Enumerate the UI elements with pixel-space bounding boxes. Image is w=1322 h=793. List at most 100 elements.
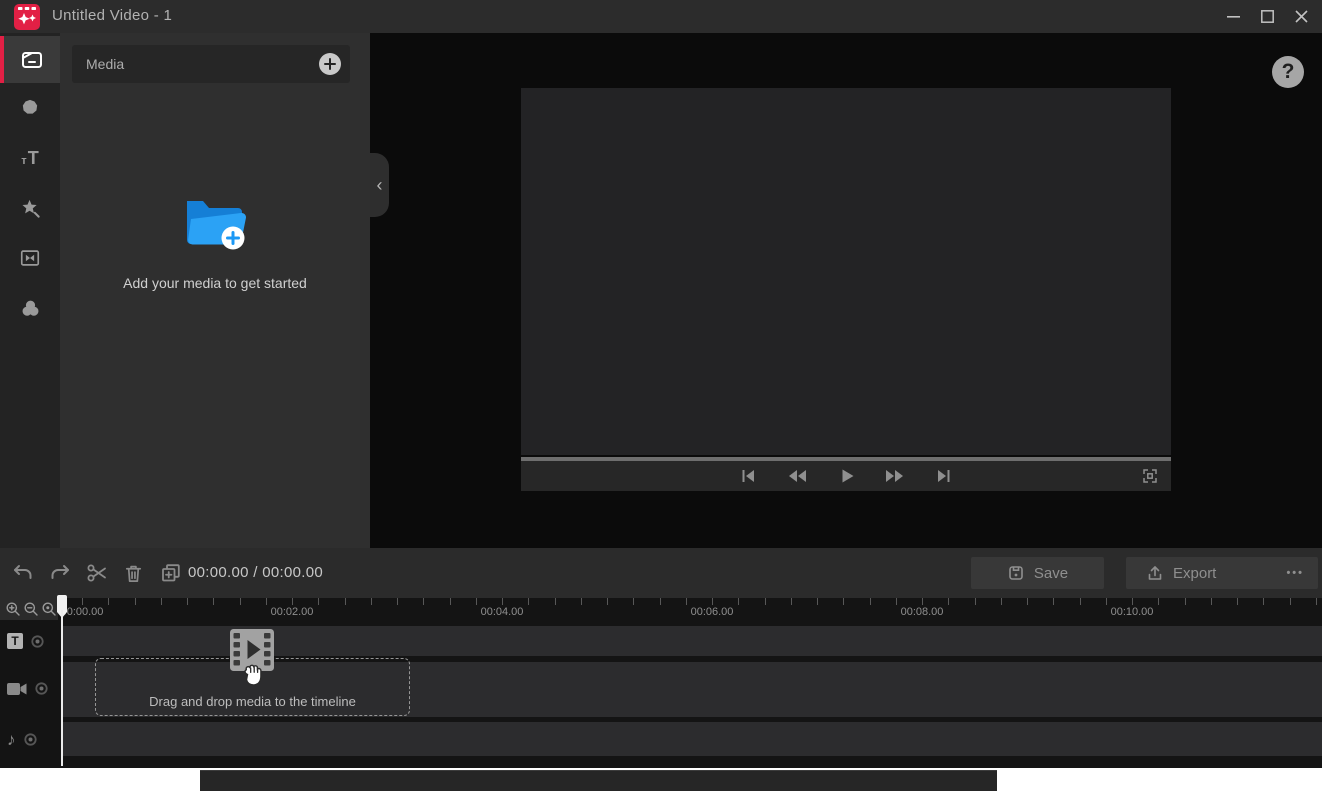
ruler-tick: [1132, 598, 1133, 605]
ruler-tick: [1053, 598, 1054, 605]
timeline-scrollbar-thumb[interactable]: [200, 770, 997, 791]
undo-icon: [11, 561, 35, 585]
export-more-button[interactable]: •••: [1286, 567, 1304, 579]
redo-button[interactable]: [47, 561, 72, 586]
fullscreen-icon: [1141, 467, 1159, 485]
grab-hand-cursor-icon: [240, 660, 267, 690]
timeline: 00:00.0000:02.0000:04.0000:06.0000:08.00…: [0, 598, 1322, 768]
ruler-tick: [1185, 598, 1186, 605]
fullscreen-button[interactable]: [1141, 467, 1159, 485]
sidebar-item-shapes[interactable]: [0, 83, 60, 133]
transport-controls: [521, 461, 1171, 491]
ruler-time-label: 00:04.00: [481, 606, 524, 618]
ruler-tick: [1027, 598, 1028, 605]
cut-button[interactable]: [84, 561, 109, 586]
text-icon: тT: [21, 148, 38, 169]
media-empty-state: Add your media to get started: [60, 193, 370, 291]
window-title: Untitled Video - 1: [52, 7, 172, 24]
skip-end-button[interactable]: [933, 465, 955, 487]
minimize-button[interactable]: [1216, 0, 1250, 33]
ruler-tick: [975, 598, 976, 605]
help-button[interactable]: ?: [1272, 56, 1304, 88]
trash-icon: [122, 562, 145, 585]
video-track-icon: [7, 682, 27, 696]
panel-collapse-tab[interactable]: ‹: [370, 153, 389, 217]
app-window: Untitled Video - 1: [0, 0, 1322, 793]
titlebar: Untitled Video - 1: [0, 0, 1322, 33]
media-bin-icon: [20, 48, 44, 72]
audio-track-header: ♪: [7, 731, 38, 748]
ruler-tick: [1211, 598, 1212, 605]
edit-toolbar: 00:00.00 / 00:00.00 Save Export •••: [0, 548, 1322, 598]
ruler-tick: [82, 598, 83, 605]
window-controls: [1216, 0, 1318, 33]
video-track-header: [7, 681, 49, 696]
sidebar-item-effects[interactable]: [0, 183, 60, 233]
undo-button[interactable]: [10, 561, 35, 586]
plus-icon: [324, 58, 336, 70]
video-track-eye-icon[interactable]: [34, 681, 49, 696]
preview-viewport: [521, 88, 1171, 455]
audio-track-eye-icon[interactable]: [23, 732, 38, 747]
ruler-tick: [607, 598, 608, 605]
zoom-fit-button[interactable]: [40, 601, 57, 618]
skip-start-button[interactable]: [737, 465, 759, 487]
text-track-header: T: [7, 633, 45, 649]
cut-icon: [85, 561, 109, 585]
playhead-line[interactable]: [61, 610, 63, 766]
ruler-tick: [318, 598, 319, 605]
export-button[interactable]: Export: [1146, 564, 1216, 582]
ruler-tick: [161, 598, 162, 605]
ruler-tick: [948, 598, 949, 605]
ruler-time-label: 00:08.00: [901, 606, 944, 618]
sidebar-item-transitions[interactable]: [0, 233, 60, 283]
maximize-button[interactable]: [1250, 0, 1284, 33]
sidebar-item-media[interactable]: [0, 36, 60, 83]
ruler-tick: [240, 598, 241, 605]
overwrite-button[interactable]: [158, 561, 183, 586]
dropzone-message: Drag and drop media to the timeline: [96, 694, 409, 709]
timeline-scrollbar-track[interactable]: [0, 768, 1322, 793]
ruler-tick: [397, 598, 398, 605]
ruler-time-label: 00:06.00: [691, 606, 734, 618]
add-media-folder-icon[interactable]: [179, 193, 251, 251]
ruler-time-label: 00:10.00: [1111, 606, 1154, 618]
media-panel-title: Media: [86, 56, 124, 72]
rewind-button[interactable]: [786, 465, 808, 487]
save-label: Save: [1034, 565, 1068, 582]
ruler-tick: [686, 598, 687, 605]
zoom-in-button[interactable]: [4, 601, 21, 618]
timeline-zoom-controls: [0, 598, 58, 620]
ruler-tick: [135, 598, 136, 605]
text-track-eye-icon[interactable]: [30, 634, 45, 649]
ruler-tick: [292, 598, 293, 605]
sidebar-item-filters[interactable]: [0, 283, 60, 333]
ruler-tick: [922, 598, 923, 605]
color-filters-icon: [19, 297, 42, 320]
delete-button[interactable]: [121, 561, 146, 586]
ruler-tick: [1158, 598, 1159, 605]
play-button[interactable]: [835, 465, 857, 487]
ruler-tick: [765, 598, 766, 605]
add-media-button[interactable]: [319, 53, 341, 75]
effects-star-icon: [19, 197, 42, 220]
save-button[interactable]: Save: [971, 557, 1104, 589]
ruler-tick: [791, 598, 792, 605]
timecode-display: 00:00.00 / 00:00.00: [188, 564, 323, 581]
ruler-tick: [345, 598, 346, 605]
zoom-out-button[interactable]: [22, 601, 39, 618]
skip-end-icon: [933, 465, 955, 487]
fast-forward-button[interactable]: [884, 465, 906, 487]
ruler-time-label: 00:02.00: [271, 606, 314, 618]
ruler-tick: [712, 598, 713, 605]
tool-sidebar: тT: [0, 33, 60, 548]
ruler-tick: [108, 598, 109, 605]
close-button[interactable]: [1284, 0, 1318, 33]
ruler-tick: [555, 598, 556, 605]
play-icon: [835, 465, 857, 487]
ruler-tick: [633, 598, 634, 605]
timeline-ruler[interactable]: 00:00.0000:02.0000:04.0000:06.0000:08.00…: [62, 598, 1322, 622]
sidebar-item-text[interactable]: тT: [0, 133, 60, 183]
ruler-tick: [371, 598, 372, 605]
ruler-tick: [581, 598, 582, 605]
